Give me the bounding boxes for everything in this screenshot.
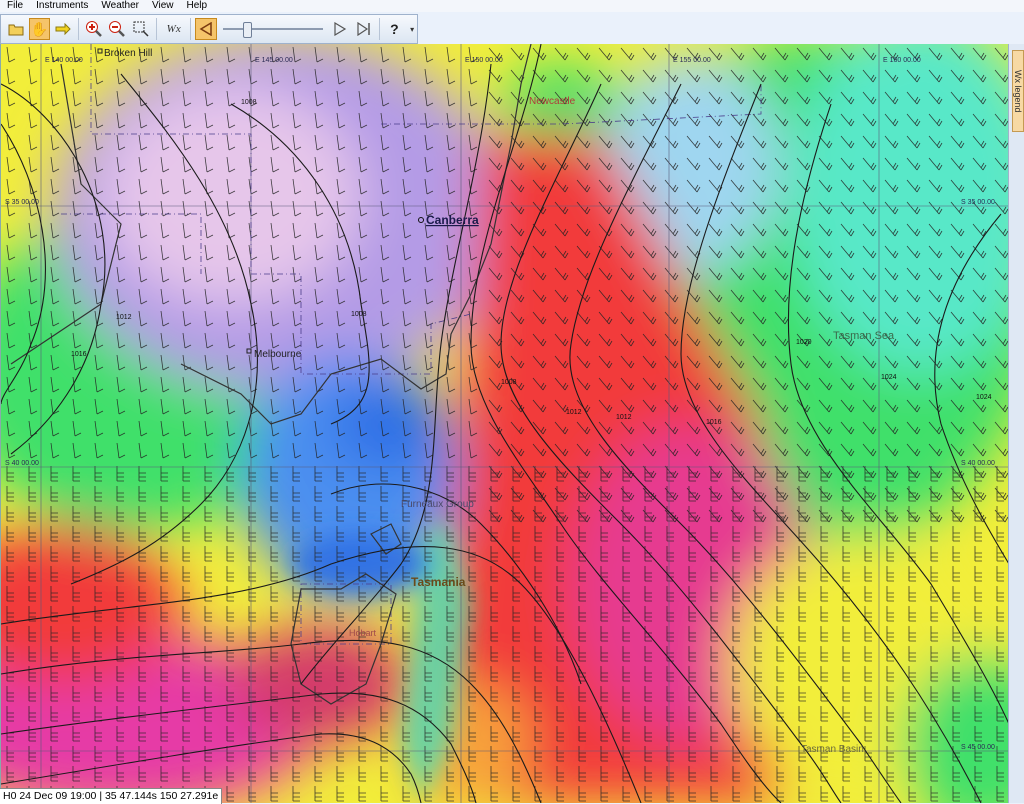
time-slider-track <box>223 28 324 30</box>
place-newcastle[interactable]: Newcastle <box>529 96 576 107</box>
weather-button[interactable]: Wx <box>161 18 187 40</box>
menu-file[interactable]: File <box>0 0 29 12</box>
toolbar-overflow-icon[interactable]: ▾ <box>407 18 417 40</box>
isobar-label: 1012 <box>116 314 132 321</box>
time-slider-thumb[interactable] <box>243 22 253 38</box>
toolbar: ✋ Wx ? ▾ <box>0 14 418 44</box>
zoom-in-icon[interactable] <box>83 18 105 40</box>
place-hobart[interactable]: Hobart <box>349 628 377 638</box>
menu-weather[interactable]: Weather <box>94 0 145 12</box>
place-furneaux-group[interactable]: Furneaux Group <box>401 499 474 510</box>
isobar-label: 1008 <box>241 99 257 106</box>
lat-label-45-east: S 45 00.00 <box>961 744 995 751</box>
open-folder-icon[interactable] <box>5 18 27 40</box>
toolbar-separator <box>77 18 79 40</box>
menu-bar: File Instruments Weather View Help <box>0 0 1024 12</box>
isobar-label: 1016 <box>706 419 722 426</box>
wx-legend-tab[interactable]: Wx legend <box>1012 50 1024 132</box>
zoom-box-icon[interactable] <box>130 18 152 40</box>
lat-label-40-east: S 40 00.00 <box>961 460 995 467</box>
wind-barbs-northwest <box>1 44 481 464</box>
wind-barbs <box>1 44 1008 803</box>
isobar-label: 1016 <box>71 351 87 358</box>
place-broken-hill[interactable]: Broken Hill <box>104 48 152 59</box>
place-tasmania[interactable]: Tasmania <box>411 575 466 589</box>
place-melbourne[interactable]: Melbourne <box>254 349 302 360</box>
weather-map-canvas[interactable]: E 140 00.00 E 145 00.00 E 150 00.00 E 15… <box>1 44 1008 803</box>
weather-button-label: Wx <box>166 23 181 35</box>
play-forward-icon[interactable] <box>329 18 351 40</box>
status-bar: H0 24 Dec 09 19:00 | 35 47.144s 150 27.2… <box>0 788 223 804</box>
help-icon-label: ? <box>390 21 399 37</box>
isobar-label: 1024 <box>881 374 897 381</box>
isobar-label: 1020 <box>796 339 812 346</box>
isobar-label: 1008 <box>351 311 367 318</box>
help-icon[interactable]: ? <box>384 18 406 40</box>
pointer-arrow-icon[interactable] <box>52 18 74 40</box>
lon-label-155: E 155 00.00 <box>673 57 711 64</box>
lon-label-160: E 160 00.00 <box>883 57 921 64</box>
time-slider[interactable] <box>219 18 327 40</box>
isobar-label: 1024 <box>976 394 992 401</box>
skip-to-end-icon[interactable] <box>353 18 375 40</box>
menu-instruments[interactable]: Instruments <box>29 0 94 12</box>
weather-map[interactable]: E 140 00.00 E 145 00.00 E 150 00.00 E 15… <box>0 44 1008 803</box>
menu-help[interactable]: Help <box>180 0 214 12</box>
menu-view[interactable]: View <box>145 0 180 12</box>
toolbar-separator <box>190 18 192 40</box>
isobar-label: 1012 <box>566 409 582 416</box>
isobar-label: 1012 <box>616 414 632 421</box>
play-back-icon[interactable] <box>195 18 218 40</box>
lon-label-140: E 140 00.00 <box>45 57 83 64</box>
pan-hand-icon[interactable]: ✋ <box>28 18 51 40</box>
place-tasman-sea[interactable]: Tasman Sea <box>833 330 895 342</box>
isobar-label: 1008 <box>501 379 517 386</box>
place-tasman-basin[interactable]: Tasman Basin <box>801 744 864 755</box>
zoom-out-icon[interactable] <box>107 18 129 40</box>
side-panel <box>1008 44 1024 803</box>
lat-label-35: S 35 00.00 <box>5 199 39 206</box>
lat-label-35-east: S 35 00.00 <box>961 199 995 206</box>
lat-label-40: S 40 00.00 <box>5 460 39 467</box>
toolbar-separator <box>378 18 380 40</box>
toolbar-separator <box>155 18 157 40</box>
wind-barbs-northeast <box>481 44 1008 524</box>
place-canberra[interactable]: Canberra <box>426 213 479 227</box>
lon-label-145: E 145 00.00 <box>255 57 293 64</box>
lon-label-150: E 150 00.00 <box>465 57 503 64</box>
